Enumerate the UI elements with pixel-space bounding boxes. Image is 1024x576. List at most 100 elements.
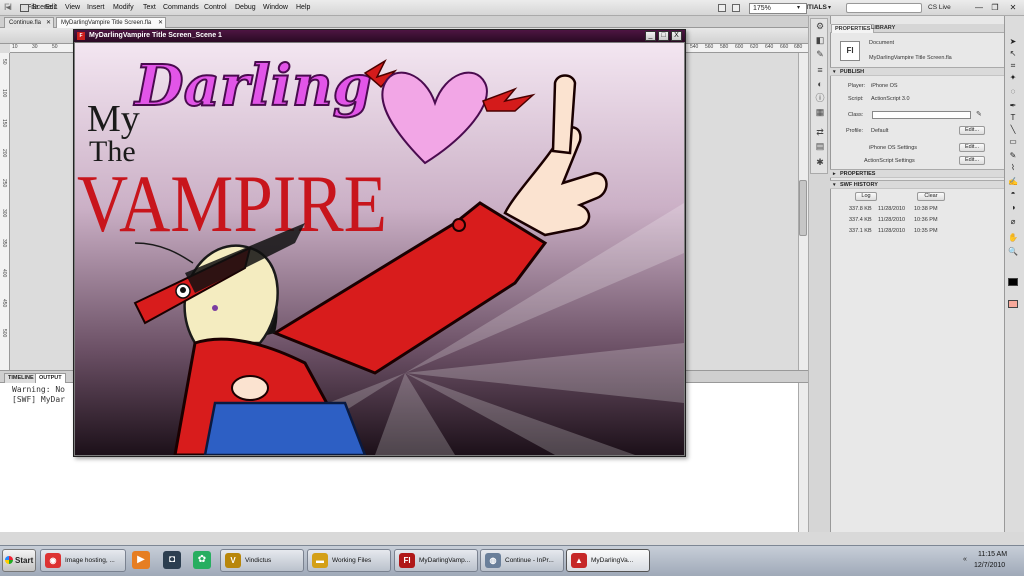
script-label: Script: [848, 96, 864, 102]
taskbar-label: Continue - InPr... [505, 557, 554, 564]
line-tool-icon[interactable]: ╲ [1007, 124, 1019, 135]
taskbar-working-files[interactable]: ▬ Working Files [307, 549, 391, 572]
pen-tool-icon[interactable]: ✒ [1007, 100, 1019, 111]
properties-panel [830, 16, 1004, 532]
media-player-icon[interactable]: ▶ [132, 551, 150, 569]
panel-icon[interactable]: ⚙ [814, 21, 826, 32]
paint-bucket-tool-icon[interactable]: ◑ [1007, 202, 1019, 213]
tab-close-icon[interactable]: ✕ [158, 18, 163, 28]
ruler-tick: 660 [780, 44, 789, 50]
edit-scene-icon[interactable] [718, 4, 726, 12]
stage-scrollbar-thumb[interactable] [799, 180, 807, 236]
taskbar-flash-player[interactable]: ▲ MyDarlingVa... [566, 549, 650, 572]
app-launcher-icon[interactable]: ◘ [163, 551, 181, 569]
panel-icon[interactable]: ✎ [814, 49, 826, 60]
menu-commands[interactable]: Commands [163, 4, 199, 11]
free-transform-tool-icon[interactable]: ⌗ [1007, 60, 1019, 71]
rectangle-tool-icon[interactable]: ▭ [1007, 136, 1019, 147]
close-icon[interactable]: ✕ [1006, 2, 1020, 13]
panel-icon[interactable]: ⇄ [814, 127, 826, 138]
taskbar-browser[interactable]: ◉ Image hosting, ... [40, 549, 126, 572]
scene-label[interactable]: Scene 1 [32, 4, 58, 11]
swf-close-button[interactable]: X [671, 31, 682, 41]
brush-tool-icon[interactable]: ⌇ [1007, 162, 1019, 173]
pencil-tool-icon[interactable]: ✎ [1007, 150, 1019, 161]
clock-date[interactable]: 12/7/2010 [974, 562, 1005, 569]
taskbar-label: Vindictus [245, 557, 272, 564]
tab-close-icon[interactable]: ✕ [46, 18, 51, 28]
collapse-triangle-icon: ▾ [833, 69, 836, 75]
menu-help[interactable]: Help [296, 4, 310, 11]
swf-maximize-button[interactable]: □ [658, 31, 669, 41]
lasso-tool-icon[interactable]: ◌ [1007, 86, 1019, 97]
panel-icon[interactable]: ◧ [814, 35, 826, 46]
ruler-tick: 10 [12, 44, 18, 50]
swf-minimize-button[interactable]: _ [645, 31, 656, 41]
menu-modify[interactable]: Modify [113, 4, 134, 11]
menu-window[interactable]: Window [263, 4, 288, 11]
menu-control[interactable]: Control [204, 4, 227, 11]
profile-edit-button[interactable]: Edit... [959, 126, 985, 135]
history-date: 11/28/2010 [878, 217, 906, 223]
tab-mydarlingvampire[interactable]: MyDarlingVampire Title Screen.fla ✕ [56, 17, 166, 28]
edit-symbol-icon[interactable] [732, 4, 740, 12]
ruler-tick: 30 [32, 44, 38, 50]
tray-expand-icon[interactable]: « [963, 556, 967, 563]
chrome-icon: ◉ [45, 553, 61, 568]
menu-debug[interactable]: Debug [235, 4, 256, 11]
menu-insert[interactable]: Insert [87, 4, 105, 11]
help-search-input[interactable] [846, 3, 922, 13]
zoom-tool-icon[interactable]: 🔍 [1007, 246, 1019, 257]
text-tool-icon[interactable]: T [1007, 112, 1019, 123]
tab-output[interactable]: OUTPUT [35, 373, 66, 383]
selection-tool-icon[interactable]: ➤ [1007, 36, 1019, 47]
taskbar-flash[interactable]: Fl MyDarlingVamp... [394, 549, 478, 572]
3d-rotation-tool-icon[interactable]: ✦ [1007, 72, 1019, 83]
bone-tool-icon[interactable]: ◓ [1007, 188, 1019, 199]
panel-icon[interactable]: ▤ [814, 141, 826, 152]
class-input[interactable] [872, 111, 971, 119]
ruler-tick: 50 [1, 59, 7, 65]
stroke-color-swatch[interactable] [1008, 278, 1018, 286]
swf-history-section-header[interactable]: ▾ SWF HISTORY [830, 180, 1004, 189]
panel-icon[interactable]: ▦ [814, 107, 826, 118]
actionscript-settings-edit-button[interactable]: Edit... [959, 156, 985, 165]
log-button[interactable]: Log [855, 192, 877, 201]
panel-icon[interactable]: ◐ [814, 79, 826, 90]
tab-continue[interactable]: Continue.fla ✕ [4, 17, 54, 28]
menu-view[interactable]: View [65, 4, 80, 11]
deco-tool-icon[interactable]: ✍ [1007, 176, 1019, 187]
clear-button[interactable]: Clear [917, 192, 945, 201]
title-word-darling: Darling [133, 53, 372, 119]
zoom-dropdown-icon[interactable]: ▾ [797, 4, 800, 11]
menu-text[interactable]: Text [143, 4, 156, 11]
flash-player-icon: F [77, 32, 85, 40]
workspace-dropdown-icon[interactable]: ▾ [828, 4, 831, 11]
panel-icon[interactable]: ≡ [814, 65, 826, 76]
vindictus-icon: V [225, 553, 241, 568]
messenger-icon[interactable]: ✿ [193, 551, 211, 569]
clock-time[interactable]: 11:15 AM [978, 551, 1007, 558]
info-icon[interactable]: ⓘ [814, 93, 826, 104]
ruler-tick: 680 [794, 44, 803, 50]
properties-section-header[interactable]: ▸ PROPERTIES [830, 169, 1004, 178]
fill-color-swatch[interactable] [1008, 300, 1018, 308]
iphone-settings-edit-button[interactable]: Edit... [959, 143, 985, 152]
ruler-tick: 540 [690, 44, 699, 50]
taskbar-inprivate[interactable]: ◍ Continue - InPr... [480, 549, 564, 572]
output-scrollbar[interactable] [798, 383, 808, 532]
hand-tool-icon[interactable]: ✋ [1007, 232, 1019, 243]
cs-live-button[interactable]: CS Live [928, 4, 951, 11]
minimize-icon[interactable]: — [972, 2, 986, 13]
tab-timeline[interactable]: TIMELINE [4, 373, 38, 383]
restore-icon[interactable]: ❐ [988, 2, 1002, 13]
expand-triangle-icon: ▸ [833, 171, 836, 177]
eyedropper-tool-icon[interactable]: ⌀ [1007, 216, 1019, 227]
pencil-icon[interactable]: ✎ [976, 110, 982, 118]
subselection-tool-icon[interactable]: ↖ [1007, 48, 1019, 59]
taskbar-vindictus[interactable]: V Vindictus [220, 549, 304, 572]
publish-section-header[interactable]: ▾ PUBLISH [830, 67, 1004, 76]
back-arrow-icon[interactable]: ◂ [6, 2, 11, 13]
panel-icon[interactable]: ✱ [814, 157, 826, 168]
tab-library[interactable]: LIBRARY [868, 24, 898, 33]
